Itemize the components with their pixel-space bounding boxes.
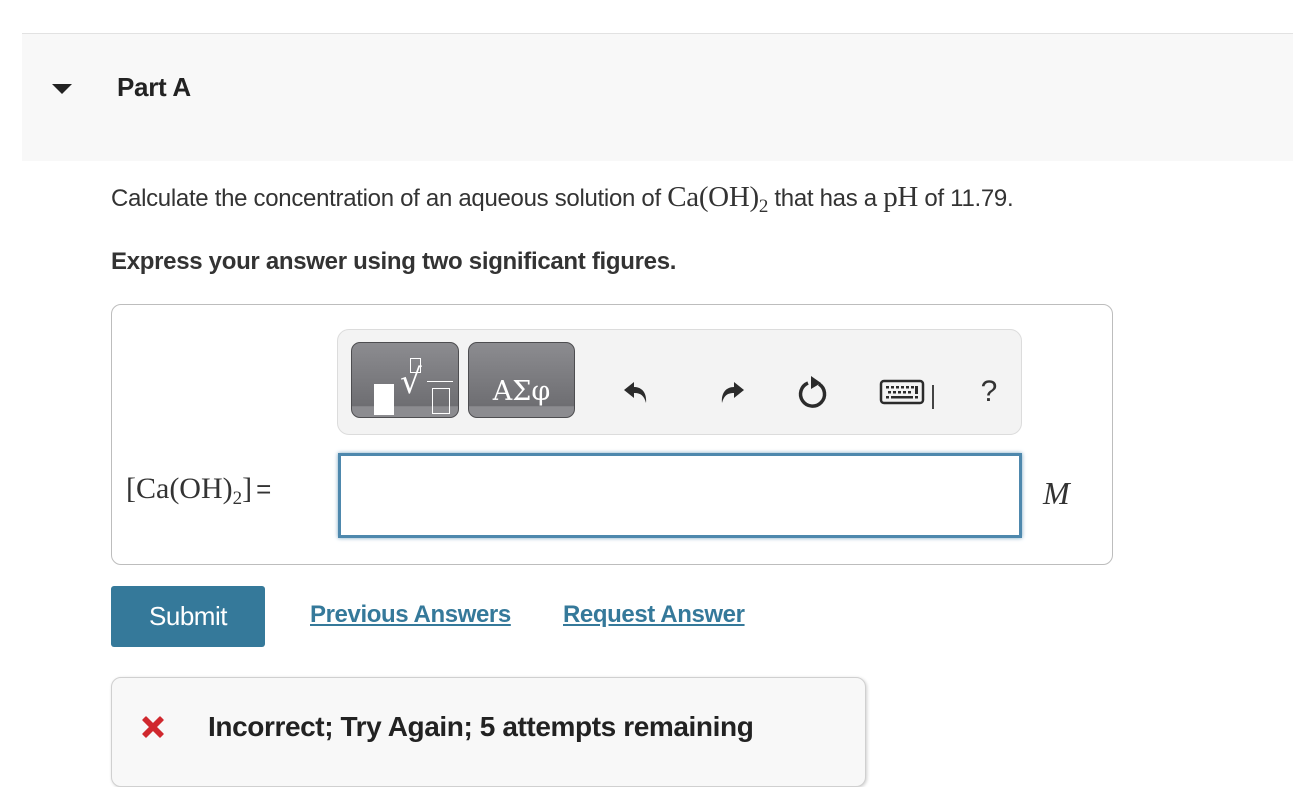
- keyboard-button[interactable]: [877, 372, 927, 412]
- question-text: Calculate the concentration of an aqueou…: [111, 181, 1014, 216]
- reset-button[interactable]: [794, 372, 834, 412]
- answer-label: [Ca(OH)2] =: [126, 472, 272, 508]
- question-suffix: of 11.79.: [918, 185, 1014, 212]
- feedback-text: Incorrect; Try Again; 5 attempts remaini…: [208, 711, 754, 742]
- help-button[interactable]: ?: [969, 372, 1009, 412]
- keyboard-separator: [932, 385, 934, 409]
- incorrect-x-icon: [142, 716, 164, 738]
- question-prefix: Calculate the concentration of an aqueou…: [111, 185, 668, 212]
- label-close: ]: [242, 472, 253, 505]
- redo-icon: [721, 382, 744, 403]
- undo-button[interactable]: [617, 372, 657, 412]
- question-middle: that has a: [768, 185, 884, 212]
- templates-icon: [374, 384, 394, 415]
- previous-answers-link[interactable]: Previous Answers: [310, 601, 511, 629]
- radicand-box-glyph: [432, 388, 450, 414]
- redo-button[interactable]: [711, 372, 751, 412]
- compound-main: Ca(OH): [667, 181, 759, 213]
- radical-bar-glyph: [427, 381, 453, 382]
- submit-button[interactable]: Submit: [111, 586, 265, 647]
- answer-label-formula: [Ca(OH)2]: [126, 472, 253, 508]
- instruction-text: Express your answer using two significan…: [111, 248, 677, 275]
- compound-subscript: 2: [758, 196, 769, 217]
- templates-button[interactable]: √: [351, 342, 459, 418]
- equals-sign: =: [256, 474, 272, 504]
- unit-label: M: [1043, 475, 1070, 511]
- part-title: Part A: [117, 72, 191, 102]
- label-subscript: 2: [232, 488, 243, 509]
- keyboard-icon: [879, 379, 925, 405]
- ph-symbol: pH: [883, 181, 919, 213]
- undo-icon: [624, 382, 647, 403]
- compound-formula: Ca(OH)2: [667, 181, 768, 216]
- caret-down-icon[interactable]: [52, 84, 72, 94]
- reset-icon: [798, 376, 827, 408]
- label-open: [Ca(OH): [126, 472, 233, 505]
- answer-input[interactable]: [338, 453, 1022, 538]
- radical-glyph: √: [400, 362, 422, 402]
- part-header[interactable]: [22, 33, 1293, 161]
- request-answer-link[interactable]: Request Answer: [563, 601, 745, 629]
- symbols-label: ΑΣφ: [492, 376, 551, 407]
- symbols-button[interactable]: ΑΣφ: [468, 342, 575, 418]
